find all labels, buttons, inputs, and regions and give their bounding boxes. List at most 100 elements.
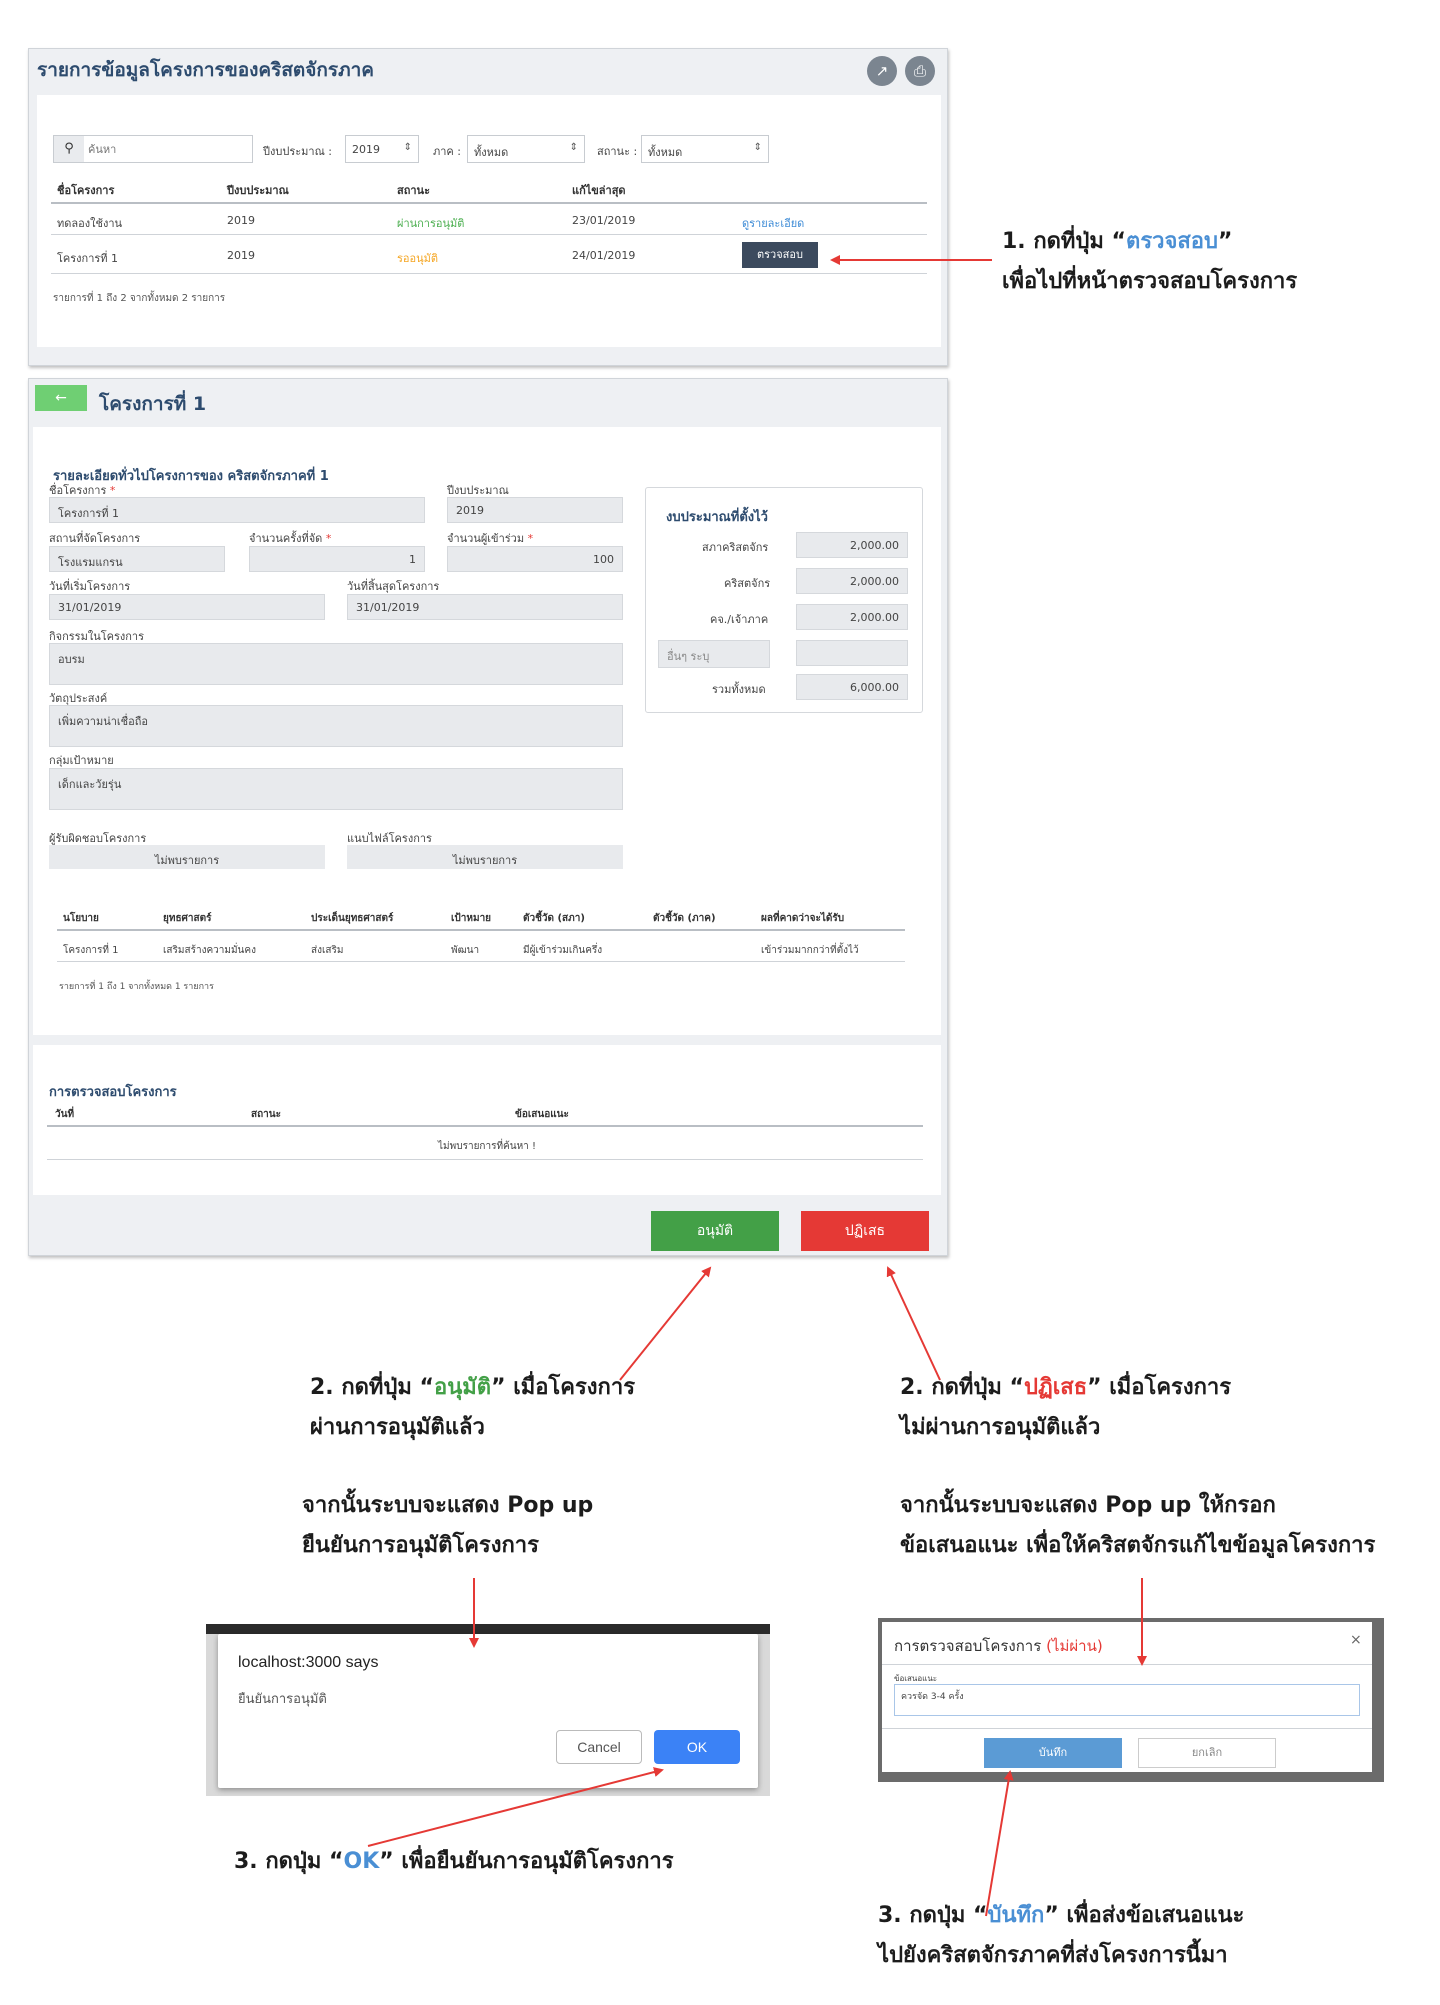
review-divider	[47, 1125, 923, 1127]
table-divider	[51, 202, 927, 204]
target-textarea[interactable]: เด็กและวัยรุ่น	[49, 768, 623, 810]
arrow-to-approve-button	[619, 1266, 712, 1381]
step2b-line2: ไม่ผ่านการอนุมัติแล้ว	[900, 1415, 1101, 1440]
strategy-col-policy[interactable]: นโยบาย	[63, 911, 99, 926]
col-header-year[interactable]: ปีงบประมาณ	[227, 181, 289, 199]
external-link-icon[interactable]: ↗	[867, 56, 897, 86]
view-details-link[interactable]: ดูรายละเอียด	[742, 214, 804, 232]
search-box[interactable]: ⚲	[53, 135, 253, 163]
reject-dialog-status: (ไม่ผ่าน)	[1046, 1637, 1103, 1655]
strategy-cell-kpi-council: มีผู้เข้าร่วมเกินครึ่ง	[523, 945, 603, 956]
confirm-ok-button[interactable]: OK	[654, 1730, 740, 1764]
budget-box: งบประมาณที่ตั้งไว้ สภาคริสตจักร 2,000.00…	[645, 487, 923, 713]
budget-field-host[interactable]: 2,000.00	[796, 604, 908, 630]
status-filter-select[interactable]: ทั้งหมด ⇕	[641, 135, 769, 163]
close-icon[interactable]: ×	[1350, 1632, 1362, 1648]
col-header-updated[interactable]: แก้ไขล่าสุด	[572, 181, 626, 199]
status-filter-label: สถานะ :	[597, 145, 638, 158]
strategy-cell-goal: พัฒนา	[451, 945, 480, 956]
budget-other-label-field[interactable]: อื่นๆ ระบุ	[658, 640, 770, 668]
step2-approve-annotation: 2. กดที่ปุ่ม “อนุมัติ” เมื่อโครงการ ผ่าน…	[310, 1368, 635, 1448]
approve-button[interactable]: อนุมัติ	[651, 1211, 779, 1251]
participants-field[interactable]: 100	[447, 546, 623, 572]
step3b-line2: ไปยังคริสตจักรภาคที่ส่งโครงการนี้มา	[878, 1943, 1228, 1968]
end-date-field[interactable]: 31/01/2019	[347, 594, 623, 620]
strategy-col-expected[interactable]: ผลที่คาดว่าจะได้รับ	[761, 911, 844, 926]
region-filter-value: ทั้งหมด	[474, 146, 509, 159]
step1-line2: เพื่อไปที่หน้าตรวจสอบโครงการ	[1002, 269, 1298, 294]
review-button[interactable]: ตรวจสอบ	[742, 242, 818, 268]
strategy-footer: รายการที่ 1 ถึง 1 จากทั้งหมด 1 รายการ	[59, 982, 214, 992]
list-content: ⚲ ปีงบประมาณ : 2019 ⇕ ภาค : ทั้งหมด ⇕ สถ…	[37, 95, 941, 347]
budget-title: งบประมาณที่ตั้งไว้	[666, 510, 768, 525]
reject-dialog-title-text: การตรวจสอบโครงการ	[894, 1637, 1042, 1655]
start-date-field[interactable]: 31/01/2019	[49, 594, 325, 620]
confirm-dialog-message: ยืนยันการอนุมัติ	[238, 1692, 327, 1707]
list-footer: รายการที่ 1 ถึง 2 จากทั้งหมด 2 รายการ	[53, 293, 226, 304]
status-filter-value: ทั้งหมด	[648, 146, 683, 159]
popup-b-line1: จากนั้นระบบจะแสดง Pop up ให้กรอก	[900, 1493, 1276, 1518]
confirm-dialog: localhost:3000 says ยืนยันการอนุมัติ Can…	[218, 1634, 758, 1788]
review-title: การตรวจสอบโครงการ	[49, 1085, 177, 1100]
reject-dialog-title: การตรวจสอบโครงการ (ไม่ผ่าน)	[894, 1634, 1103, 1658]
project-name-field[interactable]: โครงการที่ 1	[49, 497, 425, 523]
review-col-comment[interactable]: ข้อเสนอแนะ	[515, 1107, 569, 1122]
budget-label-council: สภาคริสตจักร	[702, 541, 769, 554]
reject-save-button[interactable]: บันทึก	[984, 1738, 1122, 1768]
row2-year: 2019	[227, 249, 255, 262]
activity-textarea[interactable]: อบรม	[49, 643, 623, 685]
strategy-col-strategy[interactable]: ยุทธศาสตร์	[163, 911, 212, 926]
reject-button[interactable]: ปฏิเสธ	[801, 1211, 929, 1251]
step3-save-annotation: 3. กดปุ่ม “บันทึก” เพื่อส่งข้อเสนอแนะ ไป…	[878, 1896, 1244, 1976]
strategy-cell-policy: โครงการที่ 1	[63, 945, 119, 956]
review-col-status[interactable]: สถานะ	[251, 1107, 281, 1122]
project-list-panel: รายการข้อมูลโครงการของคริสตจักรภาค ↗ ⎙ ⚲…	[28, 48, 948, 366]
row-divider	[51, 234, 927, 235]
year-filter-label: ปีงบประมาณ :	[263, 145, 332, 158]
back-button[interactable]: ←	[35, 385, 87, 411]
search-input[interactable]	[88, 140, 248, 158]
col-header-name[interactable]: ชื่อโครงการ	[57, 181, 114, 199]
target-label: กลุ่มเป้าหมาย	[49, 754, 114, 767]
strategy-col-kpi-region[interactable]: ตัวชี้วัด (ภาค)	[653, 911, 716, 926]
budget-field-council[interactable]: 2,000.00	[796, 532, 908, 558]
row-divider	[57, 961, 905, 962]
budget-year-field[interactable]: 2019	[447, 497, 623, 523]
popup-b-line2: ข้อเสนอแนะ เพื่อให้คริสตจักรแก้ไขข้อมูลโ…	[900, 1533, 1376, 1558]
row-divider	[51, 273, 927, 274]
times-field[interactable]: 1	[249, 546, 425, 572]
owner-field: ไม่พบรายการ	[49, 845, 325, 869]
reject-cancel-button[interactable]: ยกเลิก	[1138, 1738, 1276, 1768]
strategy-cell-strategy: เสริมสร้างความมั่นคง	[163, 945, 256, 956]
row1-status: ผ่านการอนุมัติ	[397, 217, 465, 230]
budget-field-church[interactable]: 2,000.00	[796, 568, 908, 594]
review-col-date[interactable]: วันที่	[55, 1107, 74, 1122]
row-divider	[47, 1159, 923, 1160]
region-filter-select[interactable]: ทั้งหมด ⇕	[467, 135, 585, 163]
start-date-label: วันที่เริ่มโครงการ	[49, 580, 131, 593]
arrow-to-reject-button	[886, 1266, 941, 1381]
step2-reject-annotation: 2. กดที่ปุ่ม “ปฏิเสธ” เมื่อโครงการ ไม่ผ่…	[900, 1368, 1231, 1448]
row2-status: รออนุมัติ	[397, 252, 439, 265]
col-header-status[interactable]: สถานะ	[397, 181, 430, 199]
budget-other-value-field[interactable]	[796, 640, 908, 666]
confirm-cancel-button[interactable]: Cancel	[556, 1730, 642, 1764]
arrow-left-icon: ←	[55, 390, 67, 406]
strategy-col-issue[interactable]: ประเด็นยุทธศาสตร์	[311, 911, 393, 926]
row1-year: 2019	[227, 214, 255, 227]
step2a-line2: ผ่านการอนุมัติแล้ว	[310, 1415, 485, 1440]
popup-approve-annotation: จากนั้นระบบจะแสดง Pop up ยืนยันการอนุมัต…	[302, 1486, 593, 1566]
year-filter-select[interactable]: 2019 ⇕	[345, 135, 419, 163]
objective-textarea[interactable]: เพิ่มความน่าเชื่อถือ	[49, 705, 623, 747]
region-filter-label: ภาค :	[433, 145, 461, 158]
strategy-col-goal[interactable]: เป้าหมาย	[451, 911, 491, 926]
reject-comment-textarea[interactable]: ควรจัด 3-4 ครั้ง	[894, 1684, 1360, 1716]
print-icon[interactable]: ⎙	[905, 56, 935, 86]
strategy-col-kpi-council[interactable]: ตัวชี้วัด (สภา)	[523, 911, 585, 926]
row1-name: ทดลองใช้งาน	[57, 217, 123, 230]
detail-title: โครงการที่ 1	[99, 393, 207, 415]
review-card: การตรวจสอบโครงการ วันที่ สถานะ ข้อเสนอแน…	[33, 1045, 941, 1195]
participants-label: จำนวนผู้เข้าร่วม *	[447, 532, 534, 545]
venue-field[interactable]: โรงแรมแกรน	[49, 546, 225, 572]
confirm-dialog-title: localhost:3000 says	[238, 1654, 379, 1671]
